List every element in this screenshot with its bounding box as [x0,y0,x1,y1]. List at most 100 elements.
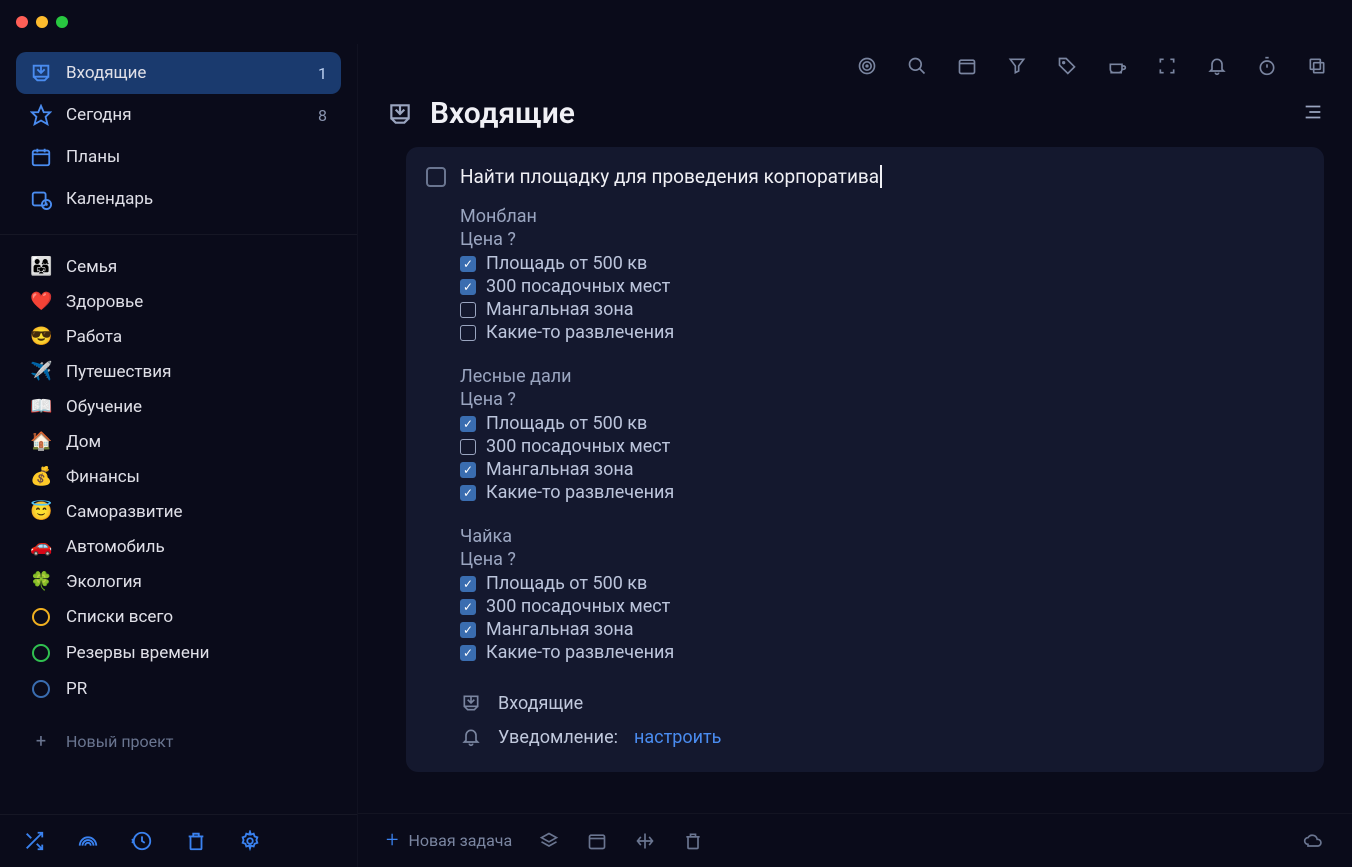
rainbow-icon[interactable] [76,829,100,853]
checklist-row[interactable]: Площадь от 500 кв [460,572,1304,595]
sidebar-project-item[interactable]: 💰Финансы [16,459,341,494]
checklist-checkbox[interactable] [460,416,476,432]
project-emoji-icon: ✈️ [30,361,52,382]
project-emoji-icon: ❤️ [30,291,52,312]
sidebar-project-item[interactable]: 🏠Дом [16,424,341,459]
sidebar-project-item[interactable]: ❤️Здоровье [16,284,341,319]
checklist-row[interactable]: 300 посадочных мест [460,595,1304,618]
sidebar-project-item[interactable]: Резервы времени [16,635,341,671]
coffee-icon[interactable] [1106,55,1128,77]
checklist-row[interactable]: Какие-то развлечения [460,321,1304,344]
task-notes[interactable]: МонбланЦена ?Площадь от 500 кв300 посадо… [460,206,1304,664]
sidebar-divider [0,234,357,235]
checklist-checkbox[interactable] [460,645,476,661]
stopwatch-icon[interactable] [1256,55,1278,77]
checklist-label: Площадь от 500 кв [486,413,647,434]
notification-configure-link[interactable]: настроить [634,727,721,748]
checklist-row[interactable]: 300 посадочных мест [460,275,1304,298]
sidebar-item-plans[interactable]: Планы [16,136,341,178]
project-emoji-icon: 👨‍👩‍👧 [30,256,52,277]
window-close-button[interactable] [16,16,28,28]
checklist-label: Какие-то развлечения [486,322,674,343]
checklist-row[interactable]: Какие-то развлечения [460,641,1304,664]
checklist-row[interactable]: Мангальная зона [460,458,1304,481]
checklist-checkbox[interactable] [460,576,476,592]
cloud-sync-icon[interactable] [1302,830,1324,852]
sidebar-item-today[interactable]: Сегодня 8 [16,94,341,136]
checklist-checkbox[interactable] [460,439,476,455]
sidebar-nav: Входящие 1 Сегодня 8 Планы К [0,44,357,228]
sidebar-project-item[interactable]: 😇Саморазвитие [16,494,341,529]
venue-block: МонбланЦена ?Площадь от 500 кв300 посадо… [460,206,1304,344]
checklist-checkbox[interactable] [460,256,476,272]
task-checkbox[interactable] [426,167,446,187]
new-project-button[interactable]: + Новый проект [16,723,341,760]
history-icon[interactable] [130,829,154,853]
task-list-row[interactable]: Входящие [460,686,1304,720]
bell-icon[interactable] [1206,55,1228,77]
checklist-checkbox[interactable] [460,462,476,478]
calendar-toolbar-icon[interactable] [956,55,978,77]
checklist-label: Какие-то развлечения [486,642,674,663]
trash-icon[interactable] [184,829,208,853]
new-task-label: Новая задача [408,831,512,850]
move-icon[interactable] [634,830,656,852]
sidebar-item-label: Входящие [66,63,146,83]
checklist-checkbox[interactable] [460,302,476,318]
archive-icon[interactable] [682,830,704,852]
checklist-checkbox[interactable] [460,485,476,501]
sidebar-project-item[interactable]: 🍀Экология [16,564,341,599]
date-icon[interactable] [586,830,608,852]
checklist-row[interactable]: 300 посадочных мест [460,435,1304,458]
search-icon[interactable] [906,55,928,77]
sidebar-project-item[interactable]: 👨‍👩‍👧Семья [16,249,341,284]
filter-icon[interactable] [1006,55,1028,77]
checklist-row[interactable]: Площадь от 500 кв [460,252,1304,275]
settings-icon[interactable] [238,829,262,853]
checklist-label: Мангальная зона [486,299,634,320]
page-header: Входящие [358,88,1352,147]
task-title-input[interactable]: Найти площадку для проведения корпоратив… [460,165,882,188]
project-emoji-icon: 📖 [30,396,52,417]
inbox-icon [30,62,52,84]
window-minimize-button[interactable] [36,16,48,28]
new-task-button[interactable]: + Новая задача [386,828,512,853]
sidebar-project-item[interactable]: PR [16,671,341,707]
page-menu-icon[interactable] [1302,101,1324,127]
target-icon[interactable] [856,55,878,77]
checklist-row[interactable]: Мангальная зона [460,298,1304,321]
checklist-checkbox[interactable] [460,599,476,615]
window-maximize-button[interactable] [56,16,68,28]
window-titlebar [0,0,1352,44]
project-emoji-icon: 🚗 [30,536,52,557]
venue-price: Цена ? [460,229,1304,250]
project-label: Путешествия [66,362,171,382]
sidebar-project-item[interactable]: 📖Обучение [16,389,341,424]
checklist-checkbox[interactable] [460,279,476,295]
checklist-label: Мангальная зона [486,459,634,480]
task-notification-row[interactable]: Уведомление: настроить [460,720,1304,754]
task-title-text: Найти площадку для проведения корпоратив… [460,165,882,188]
checklist-row[interactable]: Площадь от 500 кв [460,412,1304,435]
sidebar-footer [0,814,357,867]
sidebar-project-item[interactable]: Списки всего [16,599,341,635]
checklist-row[interactable]: Мангальная зона [460,618,1304,641]
sidebar-project-item[interactable]: 😎Работа [16,319,341,354]
sidebar-project-item[interactable]: ✈️ Путешествия [16,354,341,389]
fullscreen-icon[interactable] [1156,55,1178,77]
checklist-row[interactable]: Какие-то развлечения [460,481,1304,504]
checklist-checkbox[interactable] [460,325,476,341]
task-card[interactable]: Найти площадку для проведения корпоратив… [406,147,1324,772]
project-emoji-icon: 😇 [30,501,52,522]
top-toolbar [358,44,1352,88]
layers-icon[interactable] [538,830,560,852]
sidebar-item-inbox[interactable]: Входящие 1 [16,52,341,94]
sidebar-item-calendar[interactable]: Календарь [16,178,341,220]
checklist-checkbox[interactable] [460,622,476,638]
sidebar-item-count: 8 [318,106,327,125]
copy-icon[interactable] [1306,55,1328,77]
tag-icon[interactable] [1056,55,1078,77]
shuffle-icon[interactable] [22,829,46,853]
sidebar-project-item[interactable]: 🚗Автомобиль [16,529,341,564]
venue-price: Цена ? [460,549,1304,570]
